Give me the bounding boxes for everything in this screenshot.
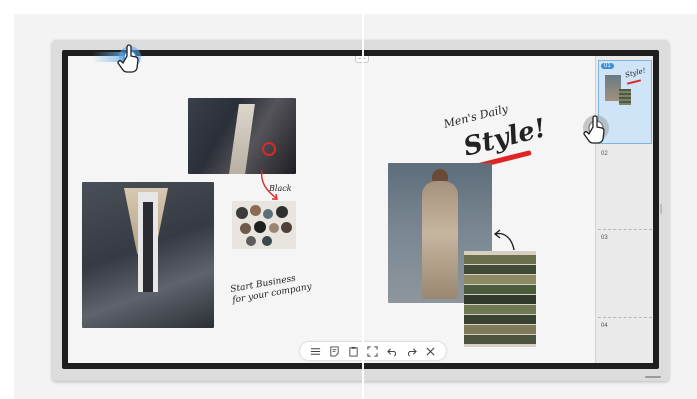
photo-suit-mannequin[interactable] — [82, 182, 214, 328]
button-dot — [250, 205, 261, 216]
button-dot — [281, 222, 292, 233]
button-dot — [276, 206, 288, 218]
undo-icon[interactable] — [385, 344, 399, 358]
thumbnail-style-text: Style! — [624, 66, 647, 80]
fullscreen-icon[interactable] — [366, 344, 380, 358]
fabric-strip — [464, 295, 536, 304]
button-dot — [254, 221, 266, 233]
fabric-strip — [464, 305, 536, 314]
model-body — [422, 181, 458, 299]
backdrop-top-margin — [0, 0, 697, 14]
fabric-strip — [464, 285, 536, 294]
button-dot — [262, 236, 272, 246]
button-dot — [263, 209, 273, 219]
backdrop-left-margin — [0, 0, 14, 399]
button-dot — [236, 207, 248, 219]
thumbnail-fabric — [619, 89, 631, 105]
button-dot — [269, 223, 279, 233]
note-black: Black — [269, 184, 292, 193]
photo-fabric-swatches[interactable] — [464, 251, 536, 347]
page-thumbnail-04[interactable]: 04 — [598, 320, 652, 362]
photo-tailored-jacket[interactable] — [188, 98, 296, 174]
red-circle-mark — [262, 142, 276, 156]
fabric-strip — [464, 275, 536, 284]
button-dot — [246, 236, 256, 246]
photo-buttons[interactable] — [232, 201, 296, 249]
jacket-lapel — [229, 104, 255, 174]
thumbnail-underline — [626, 79, 642, 85]
brand-mark — [645, 376, 661, 378]
fabric-strip — [464, 335, 536, 344]
close-icon[interactable] — [423, 344, 437, 358]
suit-tie — [143, 202, 153, 292]
page-number: 04 — [601, 323, 608, 329]
fabric-strip — [464, 325, 536, 334]
fabric-strip — [464, 265, 536, 274]
button-dot — [240, 223, 251, 234]
split-divider — [362, 0, 364, 399]
redo-icon[interactable] — [404, 344, 418, 358]
note-icon[interactable] — [328, 344, 342, 358]
touch-swipe-icon — [92, 44, 141, 73]
flip-display: ⌄⌄ Black — [52, 40, 669, 381]
page-thumbnail-03[interactable]: 03 — [598, 232, 652, 318]
page-thumbnail-panel: 01 Style! 02 03 04 — [595, 56, 653, 363]
paste-icon[interactable] — [347, 344, 361, 358]
page-number: 01 — [601, 63, 614, 69]
fabric-strip — [464, 315, 536, 324]
menu-icon[interactable] — [309, 344, 323, 358]
touch-tap-icon — [583, 115, 609, 144]
side-grip[interactable] — [660, 204, 662, 214]
black-arrow-icon — [493, 229, 515, 251]
display-bezel: ⌄⌄ Black — [62, 50, 659, 369]
page-number: 03 — [601, 235, 608, 241]
fabric-strip — [464, 255, 536, 264]
note-start-business: Start Business for your company — [230, 271, 313, 307]
bottom-toolbar — [300, 342, 446, 360]
whiteboard-screen[interactable]: ⌄⌄ Black — [68, 56, 653, 363]
page-thumbnail-02[interactable]: 02 — [598, 148, 652, 230]
